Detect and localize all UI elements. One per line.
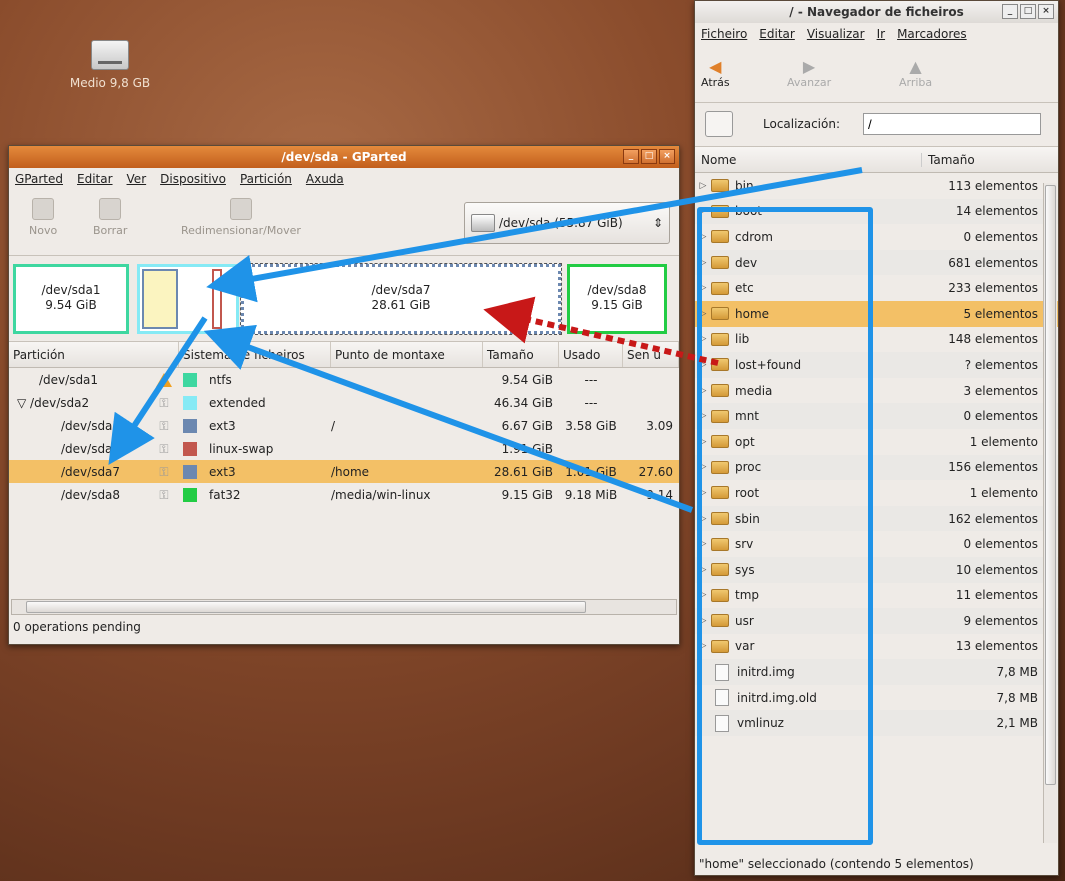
arrow-folders-to-sda5	[203, 324, 694, 513]
arrow-home-to-sda7	[483, 296, 719, 366]
arrow-root-to-sda5	[206, 167, 863, 303]
arrow-to-sda5-row	[108, 316, 208, 466]
annotation-arrows	[108, 167, 863, 513]
